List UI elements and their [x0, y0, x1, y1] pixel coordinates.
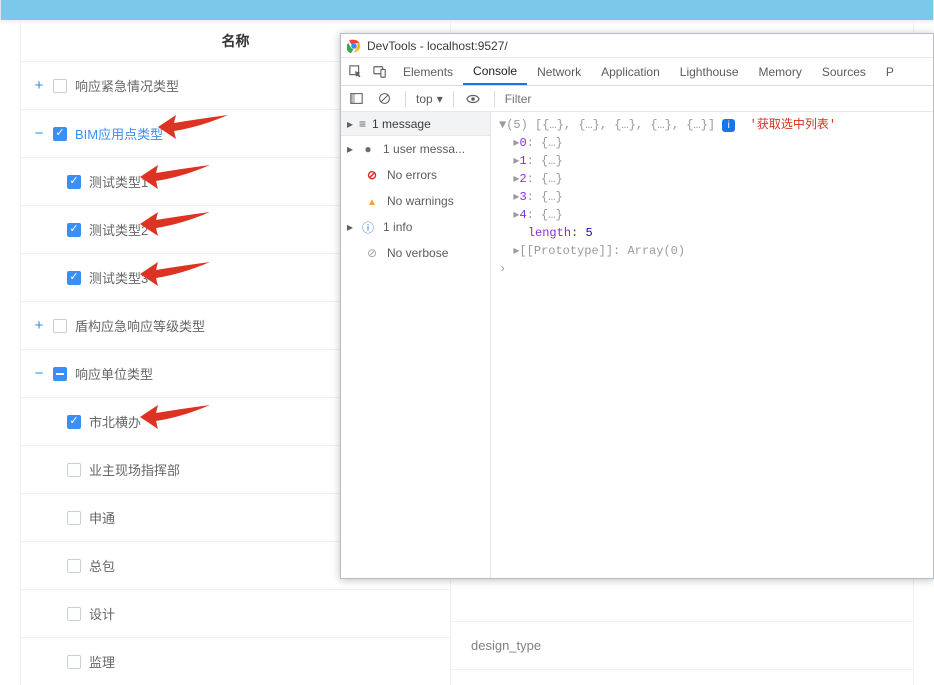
- expand-icon[interactable]: [31, 318, 47, 334]
- tab-console[interactable]: Console: [463, 59, 527, 85]
- checkbox[interactable]: [53, 79, 67, 93]
- right-row-supervisor-type: supervisor_type: [451, 670, 913, 685]
- devtools-titlebar[interactable]: DevTools - localhost:9527/: [341, 34, 933, 58]
- sidebar-no-warnings[interactable]: No warnings: [341, 188, 490, 214]
- checkbox[interactable]: [67, 607, 81, 621]
- expand-icon[interactable]: [31, 78, 47, 94]
- console-line-length[interactable]: length: 5: [491, 224, 933, 242]
- console-line-item[interactable]: ▸3: {…}: [491, 188, 933, 206]
- checkbox[interactable]: [67, 511, 81, 525]
- chrome-icon: [347, 39, 361, 53]
- chevron-right-icon: ▸: [347, 142, 353, 156]
- tree-node-label[interactable]: 市北横办: [89, 412, 141, 431]
- checkbox[interactable]: [67, 415, 81, 429]
- checkbox[interactable]: [67, 655, 81, 669]
- checkbox[interactable]: [67, 463, 81, 477]
- tree-node-design[interactable]: 设计: [21, 590, 450, 638]
- context-selector[interactable]: top ▾: [414, 92, 445, 106]
- tree-node-label[interactable]: 盾构应急响应等级类型: [75, 316, 205, 335]
- checkbox[interactable]: [67, 271, 81, 285]
- tree-node-label[interactable]: 测试类型1: [89, 172, 148, 191]
- tree-node-label[interactable]: 设计: [89, 604, 115, 623]
- console-toolbar: top ▾: [341, 86, 933, 112]
- tree-node-label[interactable]: 响应紧急情况类型: [75, 76, 179, 95]
- list-icon: ≡: [359, 117, 366, 131]
- devtools-title: DevTools - localhost:9527/: [367, 39, 508, 53]
- collapse-icon[interactable]: [31, 126, 47, 142]
- console-line-item[interactable]: ▸2: {…}: [491, 170, 933, 188]
- tab-elements[interactable]: Elements: [393, 58, 463, 86]
- tab-network[interactable]: Network: [527, 58, 591, 86]
- sidebar-user-messages[interactable]: ▸ 1 user messa...: [341, 136, 490, 162]
- verbose-icon: [365, 246, 379, 260]
- warning-icon: [365, 194, 379, 208]
- sidebar-item-label: 1 user messa...: [383, 142, 465, 156]
- sidebar-item-label: No warnings: [387, 194, 454, 208]
- console-line-summary[interactable]: ▼(5) [{…}, {…}, {…}, {…}, {…}] i '获取选中列表…: [491, 116, 933, 134]
- devtools-tabs: Elements Console Network Application Lig…: [341, 58, 933, 86]
- clear-console-icon[interactable]: [373, 88, 395, 110]
- error-icon: [365, 168, 379, 182]
- tree-node-label[interactable]: 总包: [89, 556, 115, 575]
- sidebar-no-errors[interactable]: No errors: [341, 162, 490, 188]
- console-sidebar: ▸ ≡ 1 message ▸ 1 user messa... No errors…: [341, 112, 491, 578]
- console-line-item[interactable]: ▸4: {…}: [491, 206, 933, 224]
- checkbox-indeterminate[interactable]: [53, 367, 67, 381]
- info-badge-icon: i: [722, 119, 735, 132]
- collapse-icon[interactable]: [31, 366, 47, 382]
- sidebar-item-label: 1 info: [383, 220, 412, 234]
- tab-more[interactable]: P: [876, 58, 904, 86]
- sidebar-messages-header[interactable]: ▸ ≡ 1 message: [341, 112, 490, 136]
- tree-node-label[interactable]: 监理: [89, 652, 115, 671]
- console-output[interactable]: ▼(5) [{…}, {…}, {…}, {…}, {…}] i '获取选中列表…: [491, 112, 933, 578]
- tree-node-supervisor[interactable]: 监理: [21, 638, 450, 685]
- tab-application[interactable]: Application: [591, 58, 670, 86]
- tab-memory[interactable]: Memory: [749, 58, 812, 86]
- chevron-right-icon: ▸: [347, 220, 353, 234]
- console-line-item[interactable]: ▸0: {…}: [491, 134, 933, 152]
- console-line-proto[interactable]: ▸[[Prototype]]: Array(0): [491, 242, 933, 260]
- info-icon: [361, 219, 375, 236]
- checkbox[interactable]: [53, 127, 67, 141]
- tab-lighthouse[interactable]: Lighthouse: [670, 58, 749, 86]
- chevron-right-icon: ▸: [347, 117, 353, 131]
- chevron-down-icon: ▾: [437, 92, 443, 106]
- checkbox[interactable]: [67, 223, 81, 237]
- checkbox[interactable]: [67, 559, 81, 573]
- devtools-window[interactable]: DevTools - localhost:9527/ Elements Cons…: [340, 33, 934, 579]
- tree-node-label[interactable]: 测试类型3: [89, 268, 148, 287]
- tree-node-label[interactable]: 申通: [89, 508, 115, 527]
- sidebar-item-label: No errors: [387, 168, 437, 182]
- console-prompt[interactable]: ›: [491, 260, 933, 278]
- sidebar-info[interactable]: ▸ 1 info: [341, 214, 490, 240]
- top-band: [0, 0, 934, 20]
- inspect-icon[interactable]: [345, 61, 367, 83]
- sidebar-item-label: No verbose: [387, 246, 448, 260]
- right-row-design-type: design_type: [451, 622, 913, 670]
- tree-node-label[interactable]: 测试类型2: [89, 220, 148, 239]
- tab-sources[interactable]: Sources: [812, 58, 876, 86]
- checkbox[interactable]: [67, 175, 81, 189]
- user-icon: [361, 142, 375, 156]
- tree-node-label[interactable]: BIM应用点类型: [75, 124, 163, 143]
- sidebar-header-label: 1 message: [372, 117, 431, 131]
- tree-node-label[interactable]: 业主现场指挥部: [89, 460, 180, 479]
- sidebar-no-verbose[interactable]: No verbose: [341, 240, 490, 266]
- console-sidebar-toggle-icon[interactable]: [345, 88, 367, 110]
- checkbox[interactable]: [53, 319, 67, 333]
- tree-node-label[interactable]: 响应单位类型: [75, 364, 153, 383]
- live-expression-icon[interactable]: [462, 88, 484, 110]
- device-mode-icon[interactable]: [369, 61, 391, 83]
- console-filter-input[interactable]: [503, 89, 929, 109]
- console-line-item[interactable]: ▸1: {…}: [491, 152, 933, 170]
